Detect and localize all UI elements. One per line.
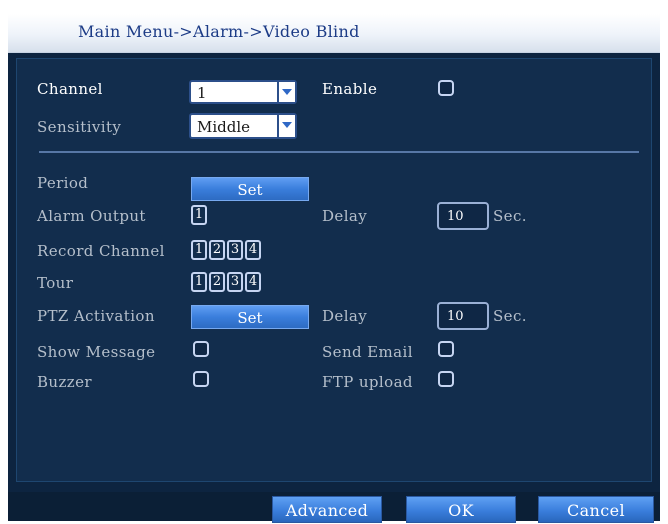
tour-box-3[interactable]: 3 xyxy=(227,272,243,292)
ptz-delay-unit: Sec. xyxy=(493,307,527,325)
send-email-label: Send Email xyxy=(322,343,413,361)
enable-label: Enable xyxy=(322,80,378,98)
video-blind-window: Main Menu->Alarm->Video Blind Channel 1 … xyxy=(8,14,660,523)
channel-select[interactable]: 1 xyxy=(189,80,297,104)
record-channel-box-3[interactable]: 3 xyxy=(227,240,243,260)
ptz-delay-input[interactable]: 10 xyxy=(437,302,489,330)
tour-box-4[interactable]: 4 xyxy=(245,272,261,292)
cancel-button[interactable]: Cancel xyxy=(538,496,654,523)
chevron-down-icon[interactable] xyxy=(277,115,295,137)
enable-checkbox[interactable] xyxy=(438,80,454,96)
ptz-activation-label: PTZ Activation xyxy=(37,307,155,325)
section-divider xyxy=(39,151,639,153)
alarm-output-box-1[interactable]: 1 xyxy=(191,205,207,225)
channel-label: Channel xyxy=(37,80,103,98)
alarm-delay-label: Delay xyxy=(322,207,368,225)
alarm-delay-input[interactable]: 10 xyxy=(437,202,489,230)
record-channel-box-1[interactable]: 1 xyxy=(191,240,207,260)
ptz-delay-label: Delay xyxy=(322,307,368,325)
ftp-upload-label: FTP upload xyxy=(322,373,413,391)
period-label: Period xyxy=(37,174,89,192)
advanced-button[interactable]: Advanced xyxy=(272,496,382,523)
tour-box-2[interactable]: 2 xyxy=(209,272,225,292)
bottom-button-bar: Advanced OK Cancel xyxy=(8,492,660,523)
breadcrumb-title: Main Menu->Alarm->Video Blind xyxy=(78,22,360,41)
period-set-button[interactable]: Set xyxy=(191,177,309,201)
record-channel-box-2[interactable]: 2 xyxy=(209,240,225,260)
channel-value: 1 xyxy=(197,84,207,102)
ptz-set-button[interactable]: Set xyxy=(191,305,309,329)
show-message-checkbox[interactable] xyxy=(193,341,209,357)
buzzer-checkbox[interactable] xyxy=(193,371,209,387)
buzzer-label: Buzzer xyxy=(37,373,92,391)
record-channel-label: Record Channel xyxy=(37,242,165,260)
send-email-checkbox[interactable] xyxy=(438,341,454,357)
ptz-delay-value: 10 xyxy=(447,309,464,324)
sensitivity-value: Middle xyxy=(197,118,251,136)
sensitivity-label: Sensitivity xyxy=(37,118,122,136)
record-channel-box-4[interactable]: 4 xyxy=(245,240,261,260)
chevron-down-icon[interactable] xyxy=(277,82,295,102)
tour-label: Tour xyxy=(37,274,74,292)
ftp-upload-checkbox[interactable] xyxy=(438,371,454,387)
alarm-delay-unit: Sec. xyxy=(493,207,527,225)
show-message-label: Show Message xyxy=(37,343,156,361)
settings-panel: Channel 1 Enable Sensitivity Middle Peri… xyxy=(16,58,652,482)
tour-box-1[interactable]: 1 xyxy=(191,272,207,292)
ok-button[interactable]: OK xyxy=(406,496,516,523)
alarm-delay-value: 10 xyxy=(447,209,464,224)
title-bar: Main Menu->Alarm->Video Blind xyxy=(8,14,660,53)
sensitivity-select[interactable]: Middle xyxy=(189,113,297,139)
alarm-output-label: Alarm Output xyxy=(37,207,146,225)
